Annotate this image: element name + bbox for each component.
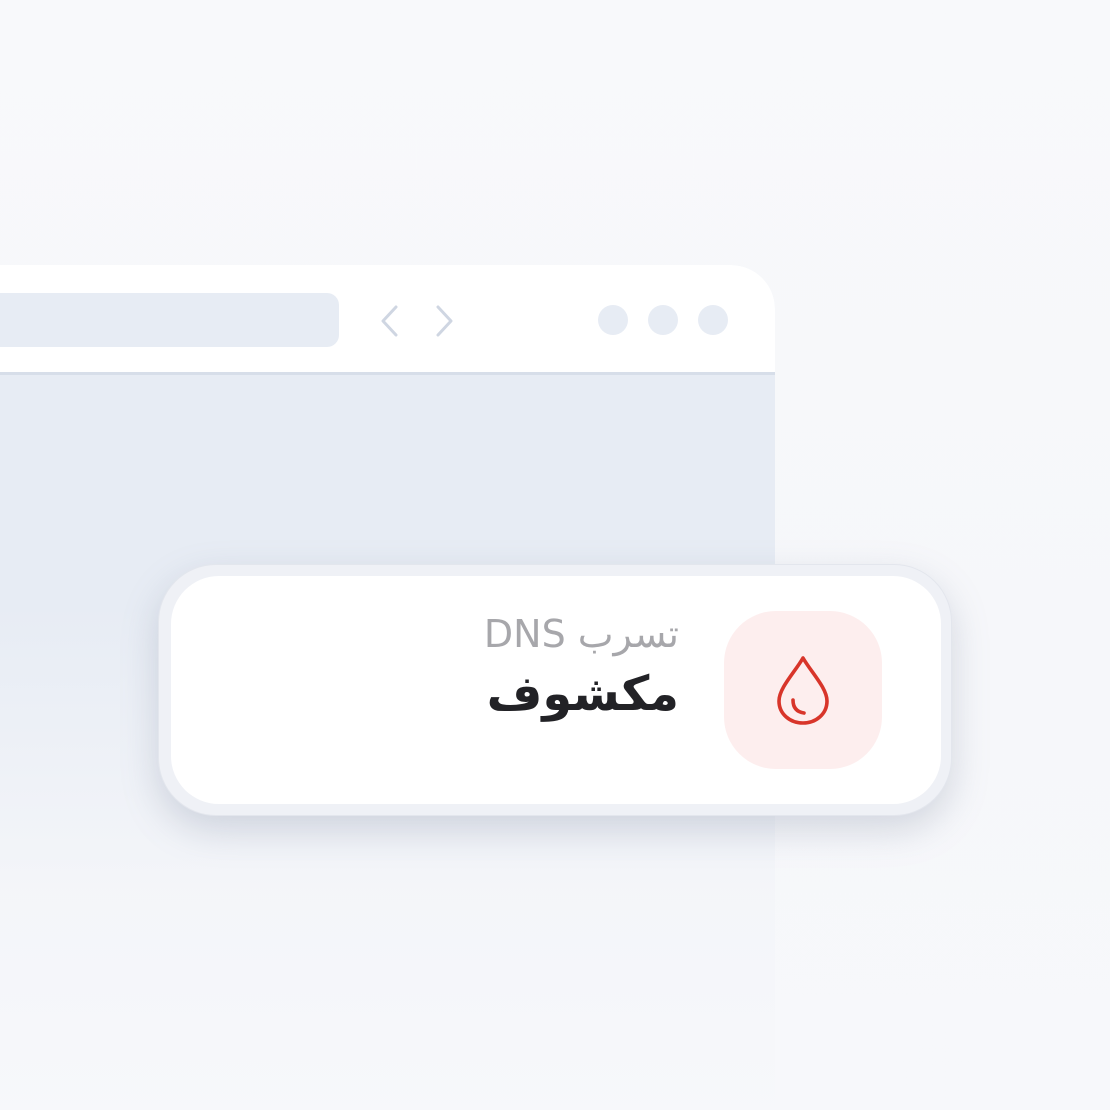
chevron-right-icon[interactable] [424, 301, 464, 341]
status-label: تسرب DNS [483, 612, 679, 656]
status-value: مكشوف [486, 665, 679, 722]
status-icon-tile [724, 611, 882, 769]
browser-toolbar [0, 265, 775, 375]
window-control-dot[interactable] [598, 305, 628, 335]
window-control-dot[interactable] [698, 305, 728, 335]
status-card-inner: تسرب DNS مكشوف [171, 576, 941, 804]
address-bar[interactable] [0, 293, 339, 347]
chevron-left-icon[interactable] [370, 301, 410, 341]
status-text-block: تسرب DNS مكشوف [484, 612, 679, 723]
dns-leak-status-card: تسرب DNS مكشوف [158, 564, 952, 816]
window-control-dot[interactable] [648, 305, 678, 335]
droplet-icon [777, 656, 829, 725]
